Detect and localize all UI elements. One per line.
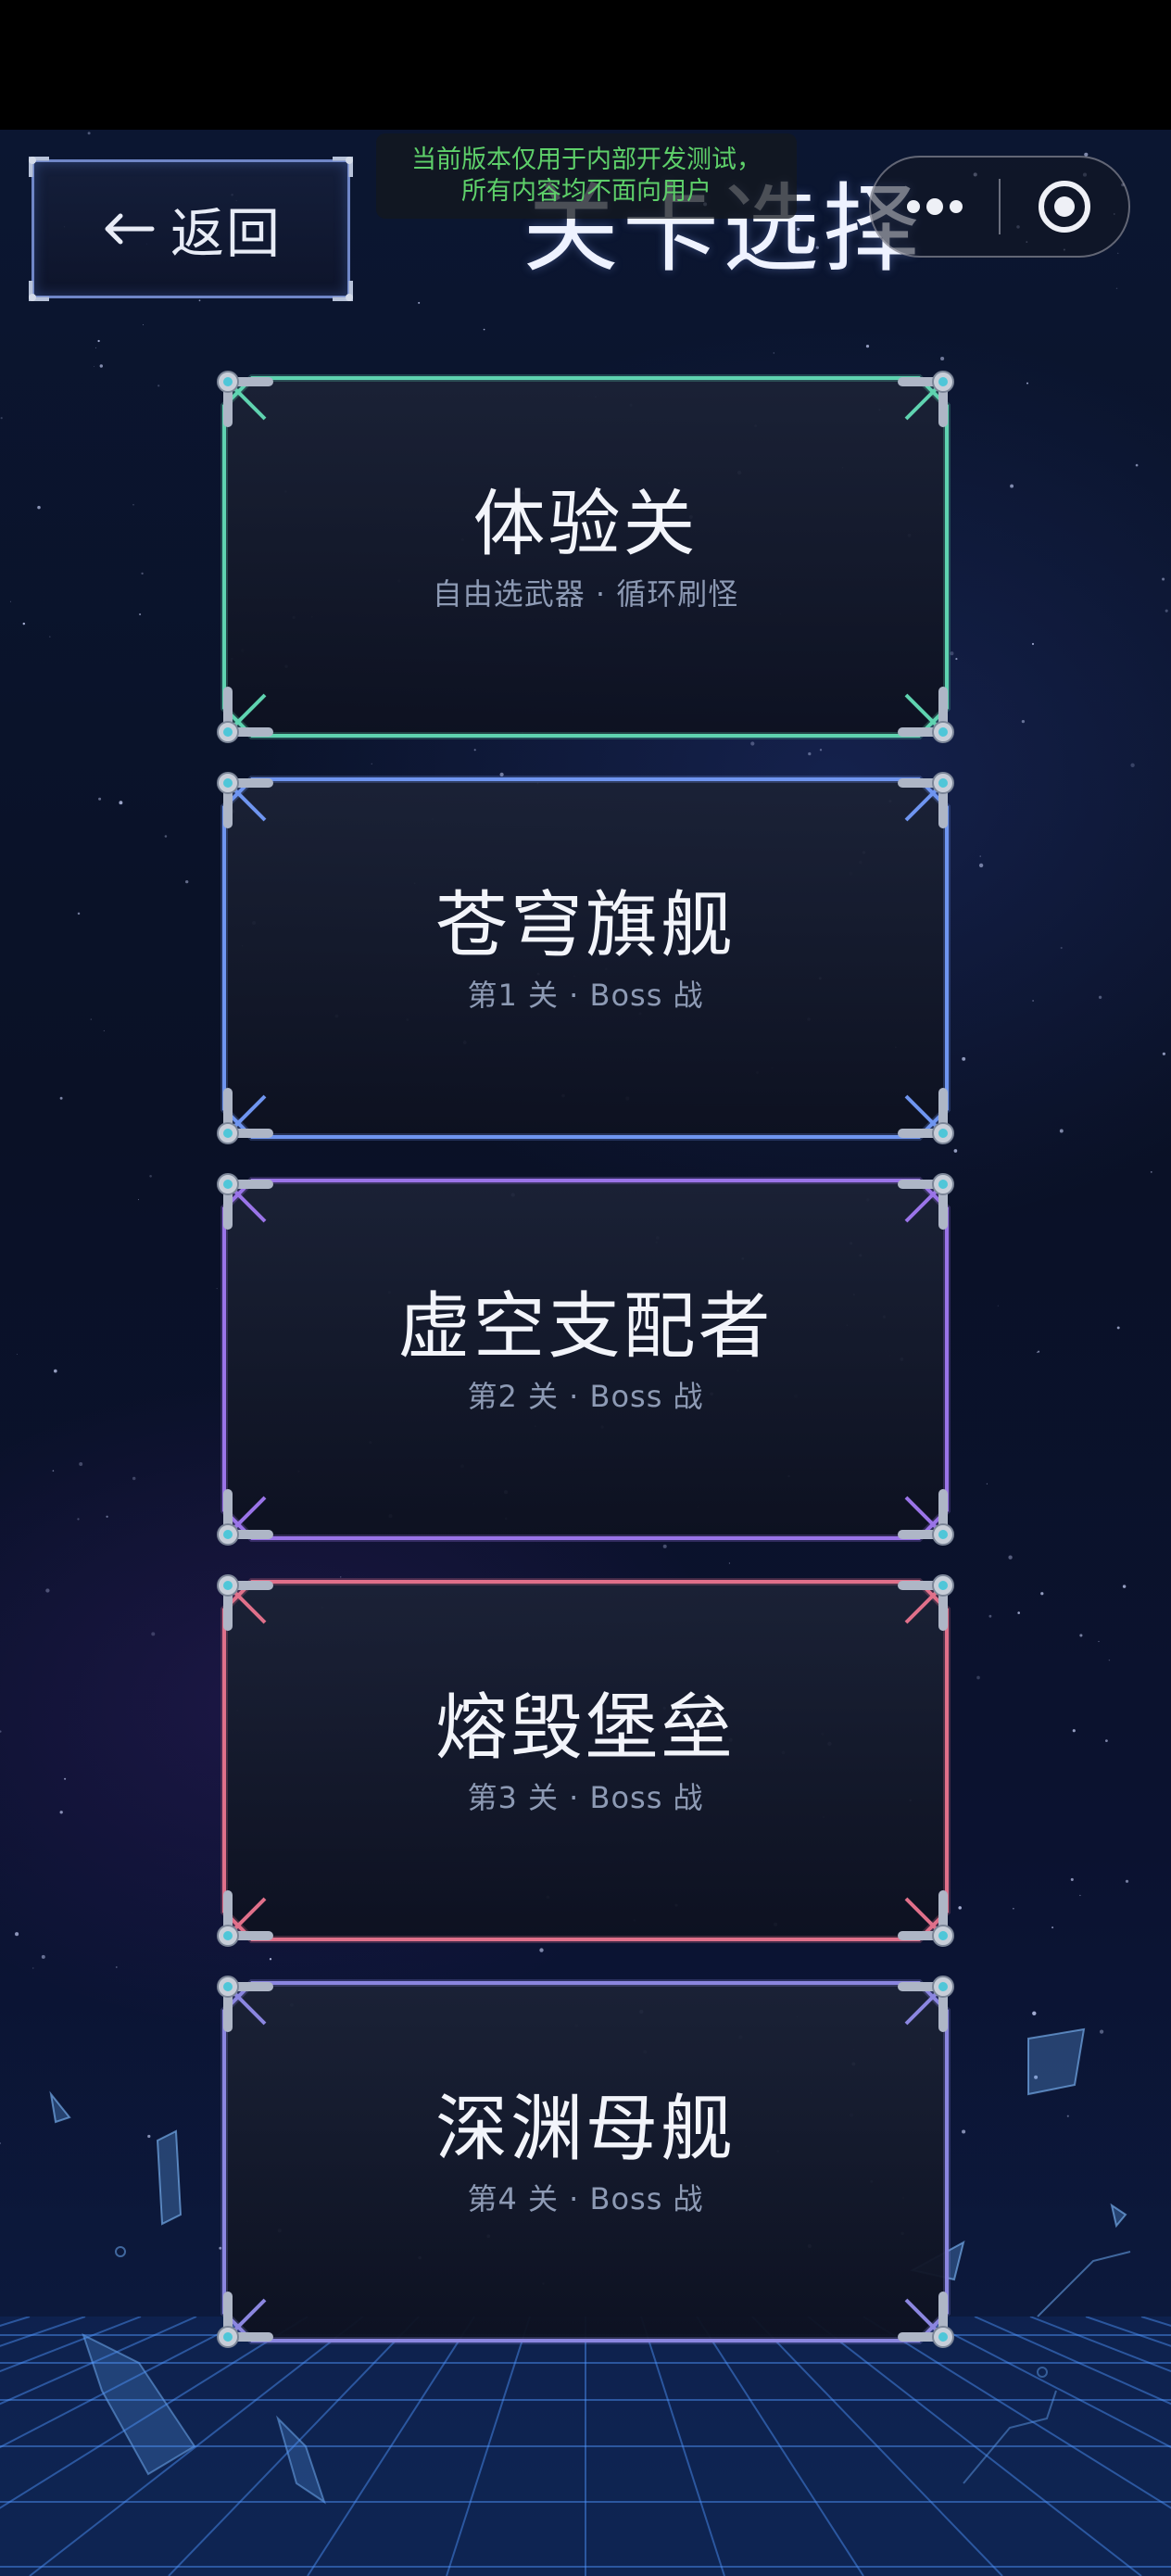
more-dots-icon: [907, 198, 963, 215]
level-title: 熔毁堡垒: [434, 1686, 736, 1770]
arrow-left-icon: [105, 213, 155, 245]
close-button[interactable]: [1001, 158, 1128, 256]
status-bar: [0, 0, 1171, 130]
level-subtitle: 自由选武器 · 循环刷怪: [432, 576, 739, 612]
frame-corner-icon: [333, 281, 353, 301]
dev-notice: 当前版本仅用于内部开发测试， 所有内容均不面向用户: [376, 133, 797, 219]
target-circle-icon: [1038, 181, 1090, 233]
neon-grid-floor: [0, 2317, 1171, 2576]
level-subtitle: 第2 关 · Boss 战: [467, 1379, 704, 1414]
level-subtitle: 第1 关 · Boss 战: [467, 978, 704, 1013]
frame-corner-icon: [333, 157, 353, 177]
back-button-label: 返回: [170, 202, 282, 265]
back-button[interactable]: 返回: [29, 157, 353, 301]
level-card-2[interactable]: 虚空支配者 第2 关 · Boss 战: [215, 1171, 956, 1547]
level-title: 苍穹旗舰: [434, 884, 736, 967]
frame-corner-icon: [29, 281, 49, 301]
level-subtitle: 第3 关 · Boss 战: [467, 1780, 704, 1815]
level-card-4[interactable]: 深渊母舰 第4 关 · Boss 战: [215, 1974, 956, 2350]
level-title: 虚空支配者: [397, 1285, 774, 1369]
level-card-1[interactable]: 苍穹旗舰 第1 关 · Boss 战: [215, 770, 956, 1146]
level-title: 体验关: [472, 483, 699, 566]
dev-notice-line2: 所有内容均不面向用户: [461, 177, 711, 206]
level-subtitle: 第4 关 · Boss 战: [467, 2181, 704, 2216]
mini-program-capsule: [869, 156, 1130, 258]
dev-notice-line1: 当前版本仅用于内部开发测试，: [411, 145, 762, 174]
level-title: 深渊母舰: [434, 2088, 736, 2171]
frame-corner-icon: [29, 157, 49, 177]
more-button[interactable]: [871, 158, 999, 256]
level-card-3[interactable]: 熔毁堡垒 第3 关 · Boss 战: [215, 1572, 956, 1949]
level-card-trial[interactable]: 体验关 自由选武器 · 循环刷怪: [215, 369, 956, 745]
